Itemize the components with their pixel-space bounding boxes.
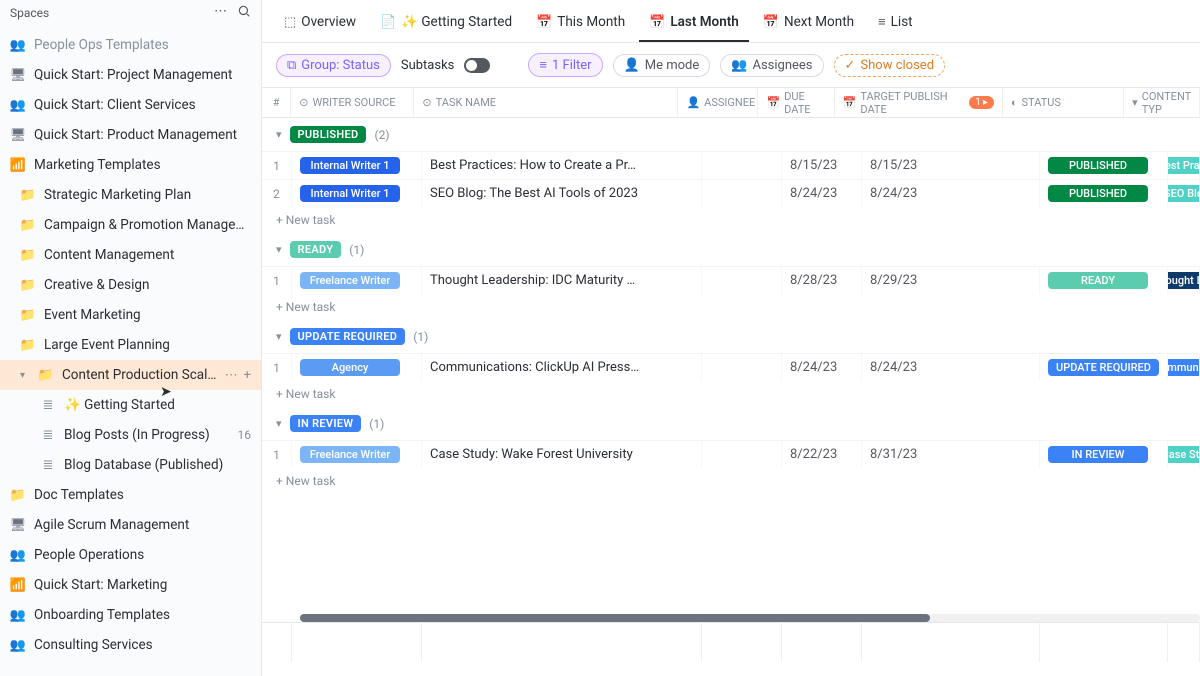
new-task-button[interactable]: + New task (262, 294, 1200, 320)
sidebar-item[interactable]: 📁Large Event Planning (0, 330, 261, 360)
more-icon[interactable]: ⋯ (214, 4, 227, 22)
tab[interactable]: 📅This Month (526, 6, 635, 42)
tab[interactable]: 📅Last Month (639, 6, 749, 42)
sidebar: Spaces ⋯ 👥People Ops Templates🖥Quick Sta… (0, 0, 262, 676)
column-headers: # ⊙WRITER SOURCE ⊙TASK NAME 👤ASSIGNEE 📅D… (262, 88, 1200, 118)
sidebar-item[interactable]: 👥People Operations (0, 540, 261, 570)
sidebar-item[interactable]: ≣Blog Posts (In Progress)16 (0, 420, 261, 450)
sidebar-item[interactable]: 📶Marketing Templates (0, 150, 261, 180)
plus-icon[interactable]: + (244, 368, 251, 383)
task-row[interactable]: 1Freelance WriterCase Study: Wake Forest… (262, 440, 1200, 468)
sidebar-list: 👥People Ops Templates🖥Quick Start: Proje… (0, 30, 261, 676)
group-header[interactable]: ▾IN REVIEW(1) (262, 407, 1200, 440)
task-row[interactable]: 1Internal Writer 1Best Practices: How to… (262, 151, 1200, 179)
sidebar-item[interactable]: ▾📁Content Production Scal…⋯+ (0, 360, 261, 390)
chevron-down-icon[interactable]: ▾ (276, 243, 282, 256)
col-content-type[interactable]: ▾CONTENT TYP (1124, 88, 1200, 117)
sidebar-item[interactable]: 📶Quick Start: Marketing (0, 570, 261, 600)
sidebar-item[interactable]: 👥People Ops Templates (0, 30, 261, 60)
show-closed-pill[interactable]: ✓ Show closed (834, 54, 946, 77)
more-icon[interactable]: ⋯ (225, 368, 238, 383)
sidebar-item[interactable]: 🖥Agile Scrum Management (0, 510, 261, 540)
chevron-down-icon[interactable]: ▾ (276, 417, 282, 430)
task-row[interactable]: 1AgencyCommunications: ClickUp AI Press…… (262, 353, 1200, 381)
task-row[interactable]: 1Freelance WriterThought Leadership: IDC… (262, 266, 1200, 294)
sidebar-item[interactable]: 👥Quick Start: Client Services (0, 90, 261, 120)
sidebar-item[interactable]: 📁Content Management (0, 240, 261, 270)
sidebar-title: Spaces (10, 6, 49, 20)
sidebar-item[interactable]: 📁Strategic Marketing Plan (0, 180, 261, 210)
me-mode-pill[interactable]: 👤 Me mode (613, 54, 711, 77)
sidebar-item[interactable]: 🖥Quick Start: Product Management (0, 120, 261, 150)
new-task-button[interactable]: + New task (262, 381, 1200, 407)
col-task-name[interactable]: ⊙TASK NAME (414, 88, 678, 117)
filter-pill[interactable]: ≡ 1 Filter (528, 53, 602, 77)
col-number[interactable]: # (262, 88, 291, 117)
sidebar-item[interactable]: 📁Event Marketing (0, 300, 261, 330)
tab[interactable]: ⬚Overview (274, 6, 366, 42)
toolbar: ⧉ Group: Status Subtasks ≡ 1 Filter 👤 Me… (262, 43, 1200, 88)
assignees-pill[interactable]: 👥 Assignees (720, 54, 823, 77)
sidebar-item[interactable]: 📁Creative & Design (0, 270, 261, 300)
tab[interactable]: 📄✨ Getting Started (370, 6, 522, 42)
sidebar-item[interactable]: 📁Campaign & Promotion Manage… (0, 210, 261, 240)
group-pill[interactable]: ⧉ Group: Status (276, 54, 391, 77)
sidebar-item[interactable]: 🖥Quick Start: Project Management (0, 60, 261, 90)
new-task-button[interactable]: + New task (262, 468, 1200, 494)
sidebar-item[interactable]: 👥Consulting Services (0, 630, 261, 660)
sidebar-item[interactable]: 📁Doc Templates (0, 480, 261, 510)
col-due-date[interactable]: 📅DUE DATE (758, 88, 834, 117)
col-assignee[interactable]: 👤ASSIGNEE (678, 88, 758, 117)
task-grid: ▾PUBLISHED(2)1Internal Writer 1Best Prac… (262, 118, 1200, 676)
col-target-publish[interactable]: 📅TARGET PUBLISH DATE 1 ▸ (835, 88, 1003, 117)
group-header[interactable]: ▾READY(1) (262, 233, 1200, 266)
view-tabs: ⬚Overview📄✨ Getting Started📅This Month📅L… (262, 0, 1200, 43)
tab[interactable]: ≡List (868, 6, 923, 42)
col-writer-source[interactable]: ⊙WRITER SOURCE (291, 88, 414, 117)
main-panel: ⬚Overview📄✨ Getting Started📅This Month📅L… (262, 0, 1200, 676)
chevron-down-icon[interactable]: ▾ (276, 128, 282, 141)
col-status[interactable]: ◐STATUS (1003, 88, 1124, 117)
sidebar-item[interactable]: 👥Onboarding Templates (0, 600, 261, 630)
chevron-down-icon[interactable]: ▾ (276, 330, 282, 343)
tab[interactable]: 📅Next Month (753, 6, 864, 42)
horizontal-scrollbar[interactable] (300, 614, 1200, 622)
subtasks-toggle[interactable] (464, 58, 490, 73)
footer-cells (262, 622, 1200, 662)
sidebar-item[interactable]: ≣Blog Database (Published) (0, 450, 261, 480)
sidebar-item[interactable]: ≣✨ Getting Started (0, 390, 261, 420)
new-task-button[interactable]: + New task (262, 207, 1200, 233)
task-row[interactable]: 2Internal Writer 1SEO Blog: The Best AI … (262, 179, 1200, 207)
group-header[interactable]: ▾PUBLISHED(2) (262, 118, 1200, 151)
group-header[interactable]: ▾UPDATE REQUIRED(1) (262, 320, 1200, 353)
subtasks-label: Subtasks (401, 58, 455, 73)
search-icon[interactable] (237, 4, 251, 22)
